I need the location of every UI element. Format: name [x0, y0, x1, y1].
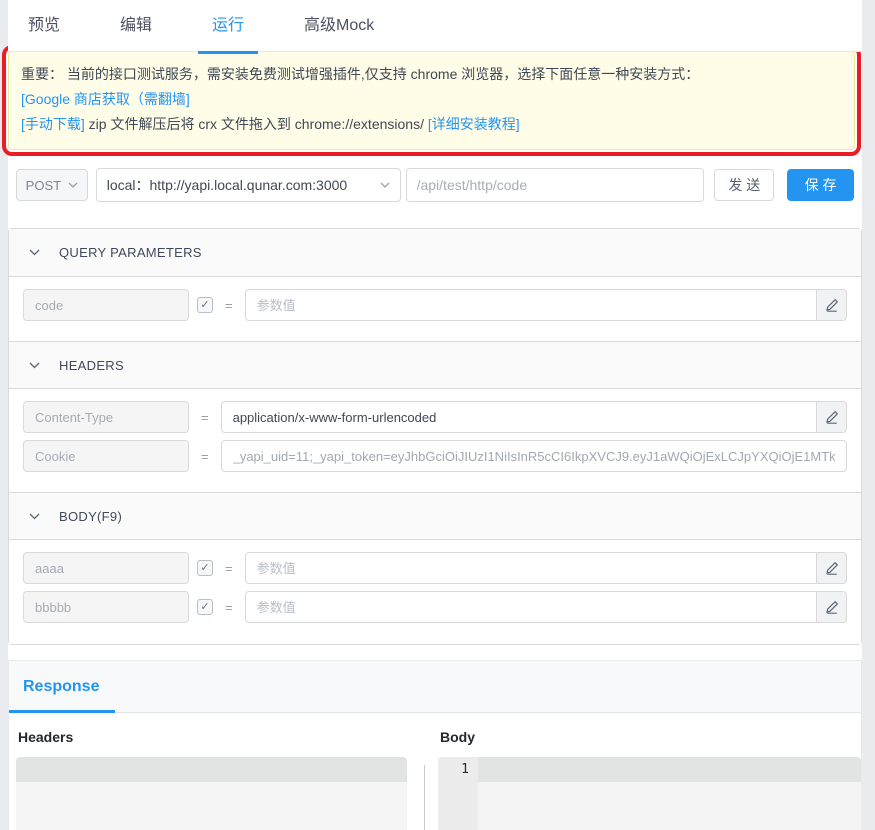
- response-headers-column: Headers: [16, 729, 407, 830]
- yapi-run-page: 预览 编辑 运行 高级Mock 重要： 当前的接口测试服务，需安装免费测试增强插…: [0, 0, 875, 830]
- response-tabbar: Response: [9, 661, 861, 713]
- edit-pencil-icon: [825, 600, 839, 614]
- response-body-column: Body 1: [438, 729, 861, 830]
- param-value-group: [245, 289, 847, 321]
- editor-line-number: 1: [438, 757, 469, 782]
- body-value-group: [245, 591, 847, 623]
- chevron-down-icon: [29, 513, 40, 520]
- request-path-input[interactable]: [406, 168, 705, 202]
- edit-pencil-icon: [825, 410, 839, 424]
- alert-line-2: [Google 商店获取（需翻墙]: [21, 87, 842, 112]
- editor-active-line: [16, 757, 407, 782]
- header-value-group: [221, 401, 847, 433]
- body-f9-body: ✓ = ✓ =: [9, 540, 861, 644]
- tab-edit[interactable]: 编辑: [120, 0, 152, 52]
- header-key-input[interactable]: [23, 401, 189, 433]
- section-title: QUERY PARAMETERS: [59, 245, 202, 260]
- manual-download-link[interactable]: [手动下载]: [21, 116, 85, 132]
- chevron-down-icon: [380, 182, 390, 188]
- headers-header[interactable]: HEADERS: [9, 341, 861, 389]
- edit-pencil-icon: [825, 561, 839, 575]
- chevron-down-icon: [29, 249, 40, 256]
- install-plugin-alert: 重要： 当前的接口测试服务，需安装免费测试增强插件,仅支持 chrome 浏览器…: [8, 51, 855, 150]
- query-parameters-header[interactable]: QUERY PARAMETERS: [9, 229, 861, 277]
- chevron-down-icon: [68, 182, 78, 188]
- active-tab-inkbar: [9, 710, 115, 713]
- equals-sign: =: [201, 449, 209, 464]
- param-enabled-checkbox[interactable]: ✓: [197, 297, 213, 313]
- header-row: =: [23, 440, 847, 472]
- body-value-input[interactable]: [245, 552, 817, 584]
- body-value-input[interactable]: [245, 591, 817, 623]
- editor-active-line: [438, 757, 861, 782]
- manual-download-text: zip 文件解压后将 crx 文件拖入到 chrome://extensions…: [85, 116, 428, 132]
- edit-value-button[interactable]: [817, 552, 847, 584]
- header-value-input[interactable]: [221, 401, 817, 433]
- save-button[interactable]: 保 存: [787, 169, 854, 201]
- top-tabbar: 预览 编辑 运行 高级Mock: [8, 0, 862, 52]
- google-store-link[interactable]: [Google 商店获取（需翻墙]: [21, 91, 190, 107]
- request-bar: POST local：http://yapi.local.qunar.com:3…: [8, 156, 862, 202]
- section-title: HEADERS: [59, 358, 124, 373]
- body-value-group: [245, 552, 847, 584]
- equals-sign: =: [225, 561, 233, 576]
- environment-select[interactable]: local：http://yapi.local.qunar.com:3000: [96, 168, 401, 202]
- response-headers-editor[interactable]: [16, 757, 407, 830]
- param-enabled-checkbox[interactable]: ✓: [197, 599, 213, 615]
- edit-value-button[interactable]: [817, 591, 847, 623]
- red-annotation-outline: 重要： 当前的接口测试服务，需安装免费测试增强插件,仅支持 chrome 浏览器…: [2, 45, 861, 156]
- response-content: Headers Body 1: [9, 713, 861, 830]
- tab-response[interactable]: Response: [23, 678, 99, 696]
- equals-sign: =: [225, 298, 233, 313]
- method-select-value: POST: [26, 178, 61, 193]
- section-title: BODY(F9): [59, 509, 122, 524]
- tab-run[interactable]: 运行: [212, 0, 244, 52]
- body-param-row: ✓ =: [23, 552, 847, 584]
- param-row: ✓ =: [23, 289, 847, 321]
- body-key-input[interactable]: [23, 552, 189, 584]
- cookie-value-input[interactable]: [221, 440, 847, 472]
- response-body-label: Body: [440, 729, 861, 745]
- method-select[interactable]: POST: [16, 169, 88, 201]
- headers-body: = =: [9, 389, 861, 493]
- header-key-input[interactable]: [23, 440, 189, 472]
- alert-line-1: 重要： 当前的接口测试服务，需安装免费测试增强插件,仅支持 chrome 浏览器…: [21, 62, 842, 87]
- tab-advanced-mock[interactable]: 高级Mock: [304, 0, 374, 52]
- chevron-down-icon: [29, 362, 40, 369]
- query-parameters-body: ✓ =: [9, 277, 861, 342]
- environment-select-value: local：http://yapi.local.qunar.com:3000: [107, 175, 380, 195]
- equals-sign: =: [225, 600, 233, 615]
- body-f9-header[interactable]: BODY(F9): [9, 492, 861, 540]
- tab-preview[interactable]: 预览: [28, 0, 60, 52]
- content-column: 预览 编辑 运行 高级Mock 重要： 当前的接口测试服务，需安装免费测试增强插…: [8, 0, 862, 830]
- equals-sign: =: [201, 410, 209, 425]
- send-button[interactable]: 发 送: [714, 169, 774, 201]
- column-divider: [424, 765, 425, 830]
- edit-value-button[interactable]: [817, 289, 847, 321]
- header-row: =: [23, 401, 847, 433]
- response-card: Response Headers Body 1: [8, 660, 862, 830]
- alert-line-3: [手动下载] zip 文件解压后将 crx 文件拖入到 chrome://ext…: [21, 112, 842, 137]
- body-key-input[interactable]: [23, 591, 189, 623]
- request-params-collapse: QUERY PARAMETERS ✓ =: [8, 228, 862, 645]
- response-headers-label: Headers: [18, 729, 407, 745]
- param-value-input[interactable]: [245, 289, 817, 321]
- body-param-row: ✓ =: [23, 591, 847, 623]
- response-body-editor[interactable]: 1: [438, 757, 861, 830]
- param-enabled-checkbox[interactable]: ✓: [197, 560, 213, 576]
- edit-pencil-icon: [825, 298, 839, 312]
- install-tutorial-link[interactable]: [详细安装教程]: [428, 116, 520, 132]
- header-value-group: [221, 440, 847, 472]
- param-key-input[interactable]: [23, 289, 189, 321]
- edit-value-button[interactable]: [817, 401, 847, 433]
